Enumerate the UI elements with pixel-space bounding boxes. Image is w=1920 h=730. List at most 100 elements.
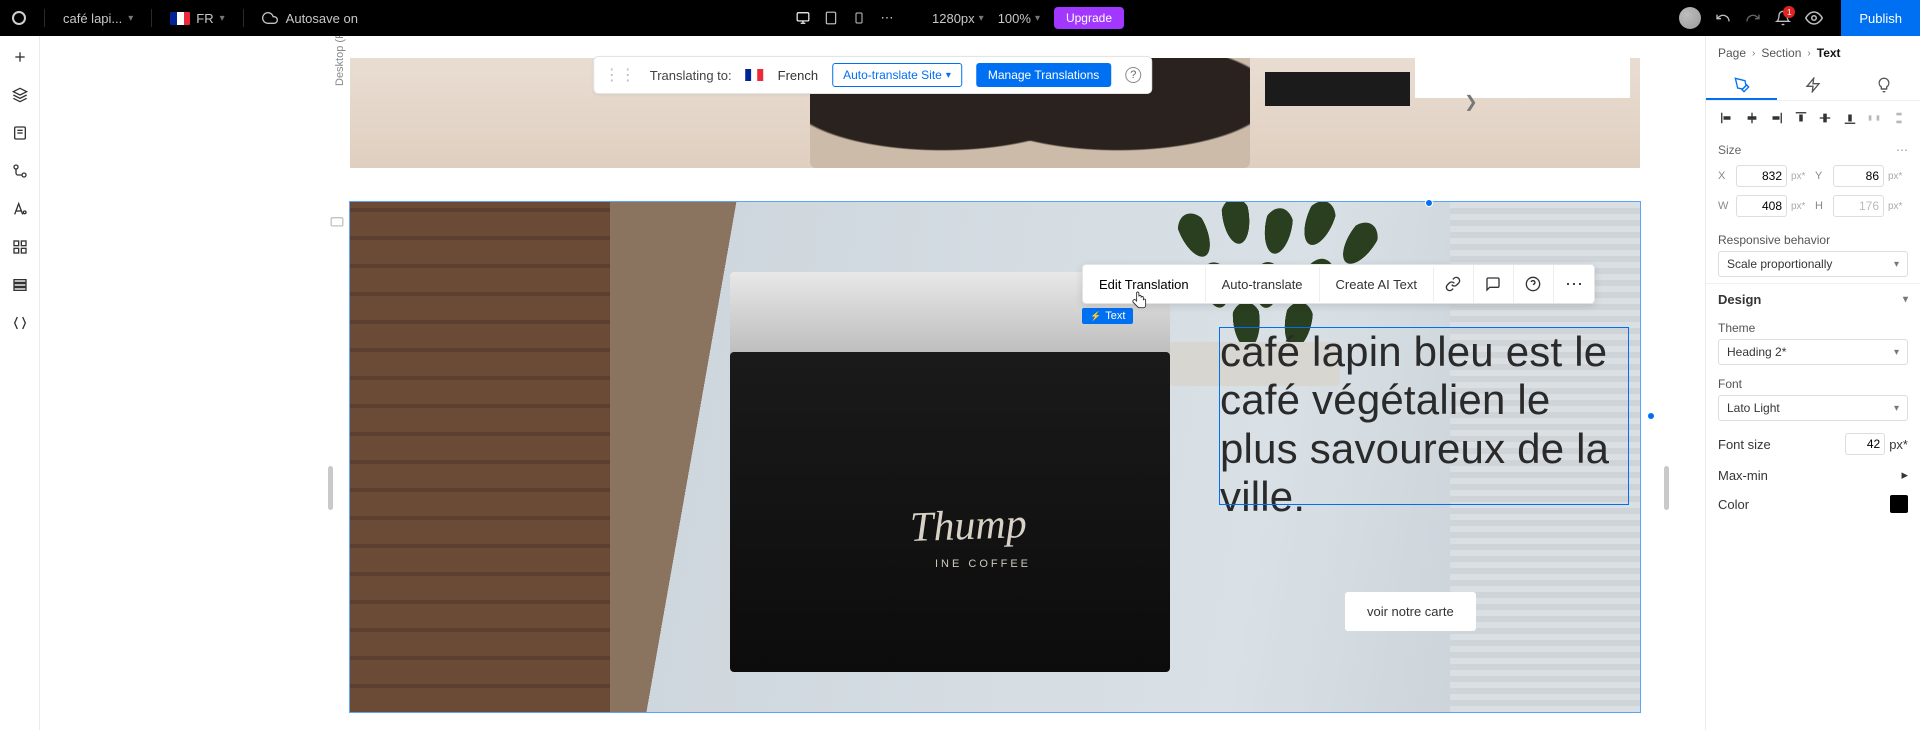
auto-translate-button[interactable]: Auto-translate [1206,267,1320,302]
selection-resize-handle-e[interactable] [1647,412,1655,420]
inspect-tab[interactable] [1849,70,1920,100]
responsive-behavior-select[interactable]: Scale proportionally ▾ [1718,251,1908,277]
notifications-button[interactable]: 1 [1775,10,1791,26]
translating-to-label: Translating to: [650,68,732,83]
breakpoint-handle-right[interactable] [1664,466,1669,510]
layers-button[interactable] [11,86,29,104]
publish-button[interactable]: Publish [1841,0,1920,36]
unit-label: px* [1889,437,1908,452]
h-input [1833,195,1884,217]
cms-button[interactable] [11,162,29,180]
viewport-width-selector[interactable]: 1280px▾ [932,11,984,26]
align-right-button[interactable] [1765,107,1788,129]
unit-label: px* [1888,171,1908,182]
distribute-v-button[interactable] [1888,107,1911,129]
headline-text[interactable]: café lapin bleu est le café végétalien l… [1220,328,1628,521]
left-toolbar [0,36,40,730]
create-ai-text-button[interactable]: Create AI Text [1320,267,1434,302]
font-select[interactable]: Lato Light ▾ [1718,395,1908,421]
device-tablet-button[interactable] [824,11,838,25]
view-menu-button[interactable]: voir notre carte [1345,592,1476,631]
cursor-icon [1131,290,1149,312]
expand-panel-button[interactable]: ❯ [1461,92,1481,112]
fonts-button[interactable] [11,200,29,218]
font-label: Font [1718,377,1908,391]
align-center-v-button[interactable] [1814,107,1837,129]
code-button[interactable] [11,314,29,332]
unit-label: px* [1888,201,1908,212]
design-tab[interactable] [1706,70,1777,100]
lightning-icon [1805,77,1821,93]
translation-bar: ⋮⋮ Translating to: French Auto-translate… [593,56,1153,94]
undo-icon[interactable] [1715,10,1731,26]
responsive-label: Responsive behavior [1718,233,1908,247]
hero-card [1415,58,1630,98]
help-button[interactable] [1514,265,1554,303]
machine-brand-text: Thump [909,500,1027,552]
brick-wall-decor [350,202,610,712]
redo-icon[interactable] [1745,10,1761,26]
comment-button[interactable] [1474,265,1514,303]
w-input[interactable] [1736,195,1787,217]
chevron-down-icon: ▾ [1894,347,1899,358]
theme-label: Theme [1718,321,1908,335]
chevron-down-icon: ▾ [220,13,225,24]
breakpoint-device-icon [330,216,344,230]
x-label: X [1718,170,1732,182]
more-options-button[interactable]: ⋯ [1554,265,1594,303]
machine-brand-subtext: INE COFFEE [935,558,1031,570]
h-label: H [1815,200,1829,212]
selected-text-element[interactable]: café lapin bleu est le café végétalien l… [1220,328,1628,504]
section-resize-handle-n[interactable] [1425,199,1433,207]
color-swatch[interactable] [1890,495,1908,513]
align-bottom-button[interactable] [1839,107,1862,129]
drag-handle-icon[interactable]: ⋮⋮ [604,65,636,85]
auto-translate-site-button[interactable]: Auto-translate Site ▾ [832,63,962,87]
project-name: café lapi... [63,11,122,26]
help-button[interactable]: ? [1125,67,1141,83]
add-element-button[interactable] [11,48,29,66]
y-input[interactable] [1833,165,1884,187]
notification-badge: 1 [1783,6,1795,18]
preview-icon[interactable] [1805,9,1823,27]
animate-tab[interactable] [1777,70,1848,100]
pages-button[interactable] [11,124,29,142]
fontsize-input[interactable] [1845,433,1885,455]
database-button[interactable] [11,276,29,294]
alignment-controls [1706,101,1920,135]
align-top-button[interactable] [1790,107,1813,129]
manage-translations-button[interactable]: Manage Translations [976,63,1111,87]
align-center-h-button[interactable] [1741,107,1764,129]
chevron-down-icon: ▾ [979,13,984,24]
expand-icon[interactable]: ▸ [1901,467,1908,483]
breadcrumb-section[interactable]: Section [1761,46,1801,60]
lightning-icon: ⚡ [1090,311,1101,322]
more-devices-button[interactable]: ⋯ [880,11,894,25]
size-more-icon[interactable]: ⋯ [1896,143,1908,157]
x-input[interactable] [1736,165,1787,187]
breadcrumb-page[interactable]: Page [1718,46,1746,60]
device-mobile-button[interactable] [852,11,866,25]
project-selector[interactable]: café lapi... ▾ [63,11,133,26]
canvas[interactable]: ❯ ⋮⋮ Translating to: French Auto-transla… [40,36,1705,730]
zoom-selector[interactable]: 100%▾ [998,11,1040,26]
theme-select[interactable]: Heading 2* ▾ [1718,339,1908,365]
locale-code: FR [196,11,213,26]
apps-button[interactable] [11,238,29,256]
link-button[interactable] [1434,265,1474,303]
chevron-down-icon: ▾ [1894,259,1899,270]
chevron-down-icon: ▾ [946,70,951,81]
upgrade-button[interactable]: Upgrade [1054,7,1124,29]
flag-icon [746,69,764,81]
user-avatar[interactable] [1679,7,1701,29]
collapse-icon[interactable]: ▾ [1903,294,1908,305]
panel-tabs [1706,70,1920,101]
breakpoint-handle-left[interactable] [328,466,333,510]
app-logo[interactable] [12,11,26,25]
locale-selector[interactable]: FR ▾ [170,11,224,26]
align-left-button[interactable] [1716,107,1739,129]
distribute-h-button[interactable] [1863,107,1886,129]
breakpoint-label: Desktop (Primary) [334,36,346,86]
device-desktop-button[interactable] [796,11,810,25]
size-fields: X px* Y px* W px* H px* [1706,161,1920,227]
